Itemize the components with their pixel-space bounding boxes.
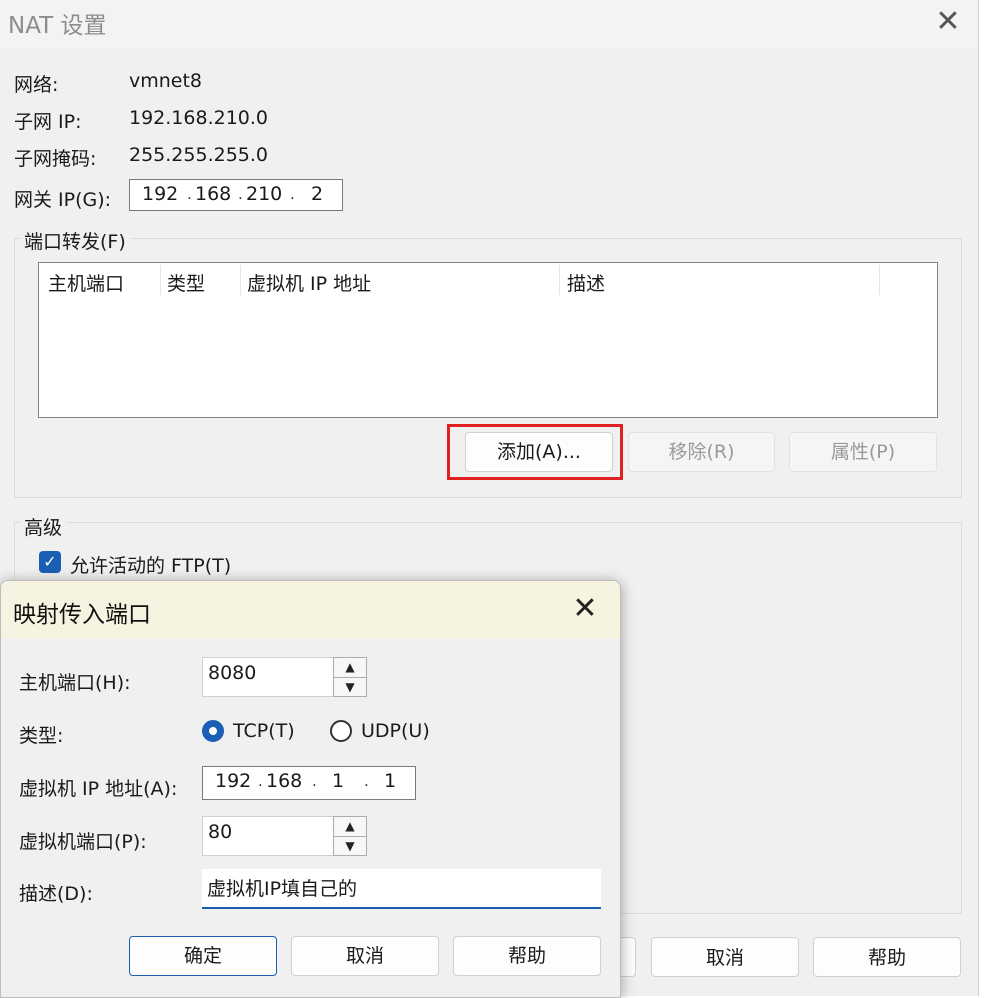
- gateway-label: 网关 IP(G):: [14, 189, 112, 211]
- help-button[interactable]: 帮助: [453, 936, 601, 976]
- gateway-octet-4[interactable]: 2: [311, 183, 323, 205]
- vm-port-input[interactable]: 80: [202, 816, 335, 856]
- map-incoming-port-dialog: 映射传入端口 ✕ 主机端口(H): 8080 ▲ ▼ 类型: TCP(T) UD…: [0, 580, 621, 998]
- highlight-box: [447, 424, 623, 480]
- column-header-description[interactable]: 描述: [567, 269, 605, 296]
- properties-button[interactable]: 属性(P): [789, 432, 937, 472]
- cancel-button[interactable]: 取消: [291, 936, 439, 976]
- close-icon[interactable]: ✕: [567, 591, 603, 627]
- nat-help-button[interactable]: 帮助: [813, 937, 961, 977]
- dialog-titlebar: 映射传入端口 ✕: [1, 581, 620, 638]
- column-separator: [240, 265, 241, 295]
- ip-dot: .: [290, 185, 295, 203]
- close-icon[interactable]: ✕: [930, 4, 966, 40]
- subnet-mask-value: 255.255.255.0: [129, 144, 269, 166]
- subnet-ip-value: 192.168.210.0: [129, 107, 269, 129]
- advanced-title: 高级: [20, 513, 67, 540]
- vm-ip-octet-4[interactable]: 1: [384, 770, 396, 792]
- gateway-octet-3[interactable]: 210: [246, 183, 282, 205]
- vm-ip-octet-1[interactable]: 192: [215, 770, 251, 792]
- vm-ip-octet-2[interactable]: 168: [266, 770, 302, 792]
- subnet-ip-label: 子网 IP:: [14, 111, 82, 133]
- ip-dot: .: [258, 772, 263, 790]
- ok-button[interactable]: 确定: [129, 936, 277, 976]
- remove-button[interactable]: 移除(R): [628, 432, 775, 472]
- gateway-octet-2[interactable]: 168: [195, 183, 231, 205]
- nat-cancel-button[interactable]: 取消: [651, 937, 799, 977]
- vm-ip-input[interactable]: 192 . 168 . 1 . 1: [202, 766, 416, 800]
- subnet-mask-label: 子网掩码:: [14, 148, 97, 170]
- gateway-ip-input[interactable]: 192 . 168 . 210 . 2: [129, 179, 343, 211]
- description-label: 描述(D):: [19, 883, 93, 905]
- vm-port-stepper[interactable]: ▲ ▼: [333, 816, 367, 856]
- udp-radio[interactable]: [330, 720, 352, 742]
- type-label: 类型:: [19, 725, 64, 747]
- column-header-vm-ip[interactable]: 虚拟机 IP 地址: [247, 269, 371, 296]
- port-forwarding-title: 端口转发(F): [20, 227, 130, 254]
- arrow-up-icon[interactable]: ▲: [334, 658, 366, 678]
- vm-ip-label: 虚拟机 IP 地址(A):: [19, 778, 178, 800]
- port-forwarding-list[interactable]: 主机端口 类型 虚拟机 IP 地址 描述: [38, 262, 938, 418]
- arrow-down-icon[interactable]: ▼: [334, 678, 366, 697]
- ip-dot: .: [364, 772, 369, 790]
- udp-label[interactable]: UDP(U): [361, 720, 430, 742]
- tcp-label[interactable]: TCP(T): [233, 720, 295, 742]
- checkbox-checked-icon[interactable]: ✓: [39, 551, 61, 573]
- description-input[interactable]: 虚拟机IP填自己的: [202, 869, 601, 909]
- column-header-host-port[interactable]: 主机端口: [48, 269, 124, 296]
- allow-active-ftp-label[interactable]: 允许活动的 FTP(T): [70, 551, 231, 578]
- arrow-down-icon[interactable]: ▼: [334, 837, 366, 856]
- network-label: 网络:: [14, 74, 59, 96]
- ip-dot: .: [238, 185, 243, 203]
- vm-port-label: 虚拟机端口(P):: [19, 831, 147, 853]
- ip-dot: .: [187, 185, 192, 203]
- tcp-radio[interactable]: [202, 720, 224, 742]
- vm-ip-octet-3[interactable]: 1: [332, 770, 344, 792]
- column-separator: [879, 265, 880, 295]
- arrow-up-icon[interactable]: ▲: [334, 817, 366, 837]
- column-separator: [160, 265, 161, 295]
- dialog-title: 映射传入端口: [13, 602, 151, 628]
- host-port-input[interactable]: 8080: [202, 657, 335, 697]
- host-port-stepper[interactable]: ▲ ▼: [333, 657, 367, 697]
- ip-dot: .: [312, 772, 317, 790]
- network-value: vmnet8: [129, 70, 203, 92]
- nat-window-title: NAT 设置: [8, 13, 107, 39]
- host-port-label: 主机端口(H):: [19, 672, 131, 694]
- column-header-type[interactable]: 类型: [167, 269, 205, 296]
- column-separator: [559, 265, 560, 295]
- nat-titlebar: NAT 设置 ✕: [0, 0, 978, 48]
- gateway-octet-1[interactable]: 192: [142, 183, 178, 205]
